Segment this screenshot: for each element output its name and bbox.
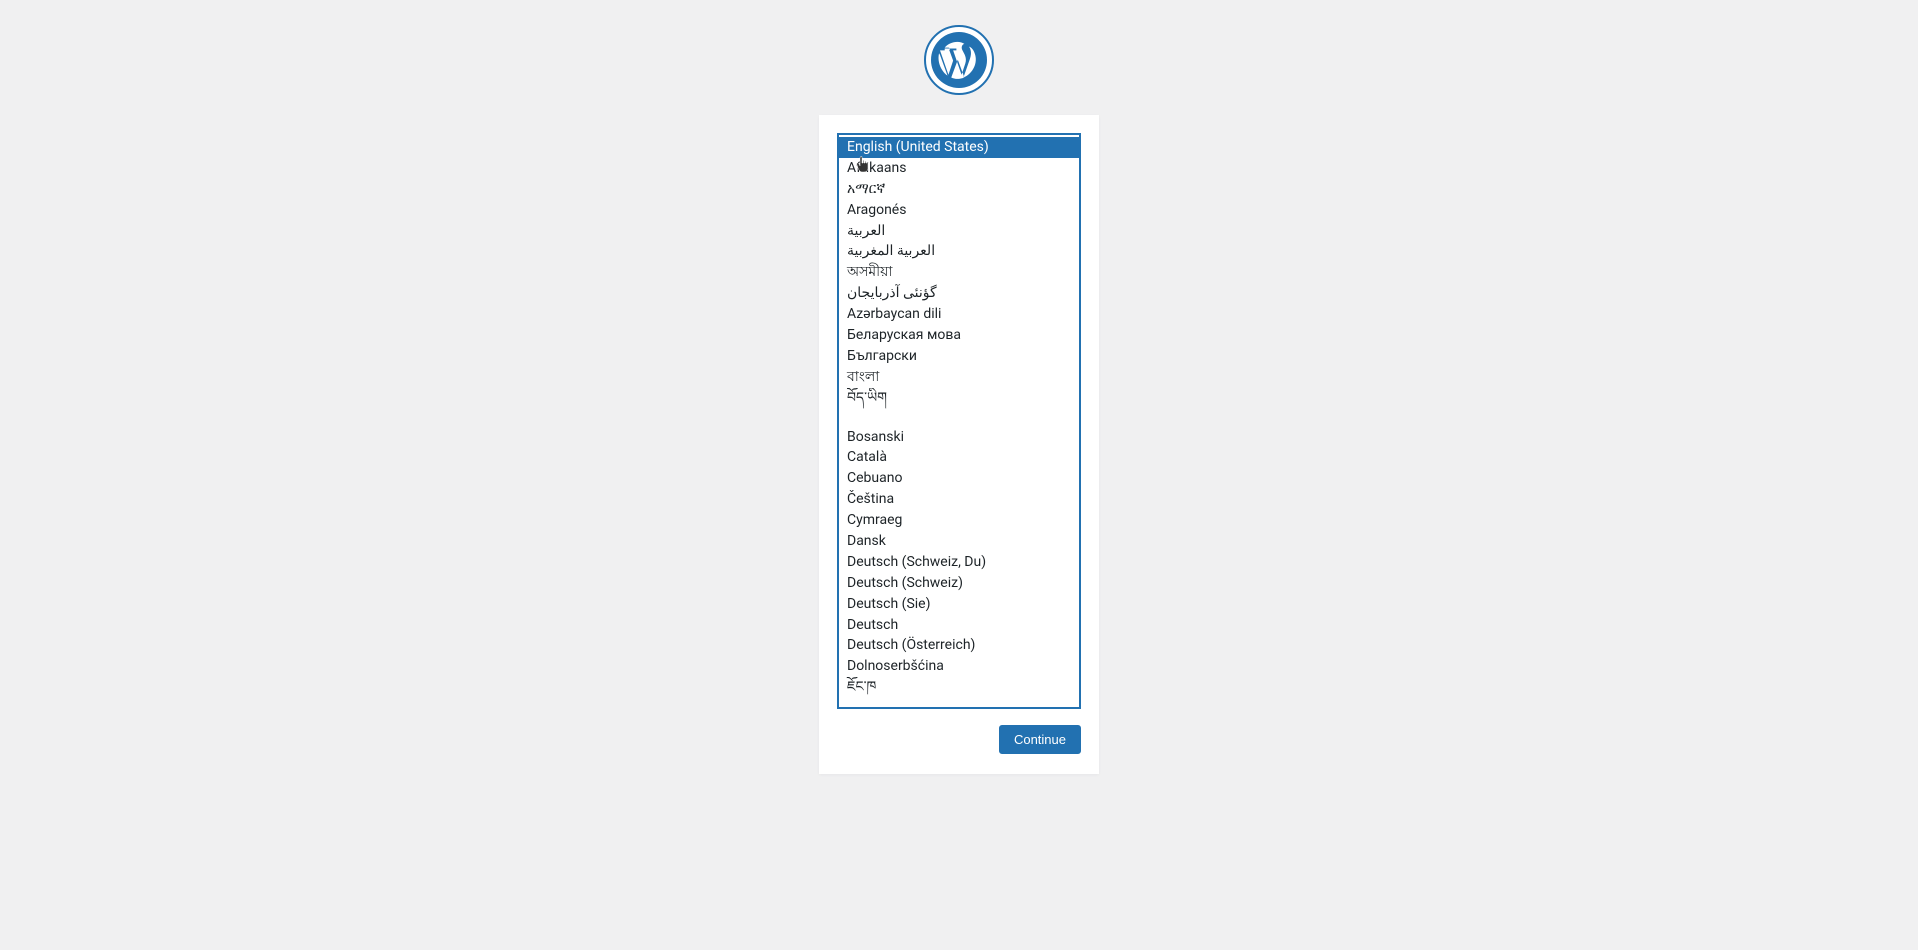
language-option[interactable]: Български xyxy=(839,346,1079,367)
language-option[interactable]: অসমীয়া xyxy=(839,262,1079,283)
language-option[interactable]: ཇོང་ཁ xyxy=(839,677,1079,698)
language-option[interactable]: Deutsch (Sie) xyxy=(839,594,1079,615)
language-option[interactable]: አማርኛ xyxy=(839,179,1079,200)
language-option[interactable]: Aragonés xyxy=(839,200,1079,221)
wordpress-logo xyxy=(924,25,994,95)
continue-button[interactable]: Continue xyxy=(999,725,1081,754)
language-option[interactable]: English (United States) xyxy=(839,137,1079,158)
language-option[interactable] xyxy=(839,409,1079,427)
language-option[interactable]: Bosanski xyxy=(839,427,1079,448)
language-option[interactable]: Dansk xyxy=(839,531,1079,552)
language-select[interactable]: English (United States)AfrikaansአማርኛArag… xyxy=(837,133,1081,709)
wordpress-logo-container xyxy=(924,25,994,95)
language-option[interactable] xyxy=(839,698,1079,709)
language-option[interactable]: Deutsch xyxy=(839,615,1079,636)
language-option[interactable]: বাংলা xyxy=(839,367,1079,388)
language-option[interactable]: བོད་ཡིག xyxy=(839,388,1079,409)
language-option[interactable]: Cymraeg xyxy=(839,510,1079,531)
language-option[interactable]: Беларуская мова xyxy=(839,325,1079,346)
language-option[interactable]: Azərbaycan dili xyxy=(839,304,1079,325)
language-option[interactable]: گؤنئی آذربایجان xyxy=(839,283,1079,304)
language-option[interactable]: Cebuano xyxy=(839,468,1079,489)
button-row: Continue xyxy=(837,725,1081,754)
language-option[interactable]: العربية المغربية xyxy=(839,241,1079,262)
language-option[interactable]: Dolnoserbšćina xyxy=(839,656,1079,677)
language-selection-card: English (United States)AfrikaansአማርኛArag… xyxy=(819,115,1099,774)
wordpress-icon xyxy=(933,34,985,86)
language-option[interactable]: Deutsch (Schweiz, Du) xyxy=(839,552,1079,573)
language-option[interactable]: Čeština xyxy=(839,489,1079,510)
language-option[interactable]: Deutsch (Österreich) xyxy=(839,635,1079,656)
language-option[interactable]: العربية xyxy=(839,221,1079,242)
wordpress-logo-mark xyxy=(931,32,987,88)
language-option[interactable]: Afrikaans xyxy=(839,158,1079,179)
language-option[interactable]: Català xyxy=(839,447,1079,468)
language-option[interactable]: Deutsch (Schweiz) xyxy=(839,573,1079,594)
